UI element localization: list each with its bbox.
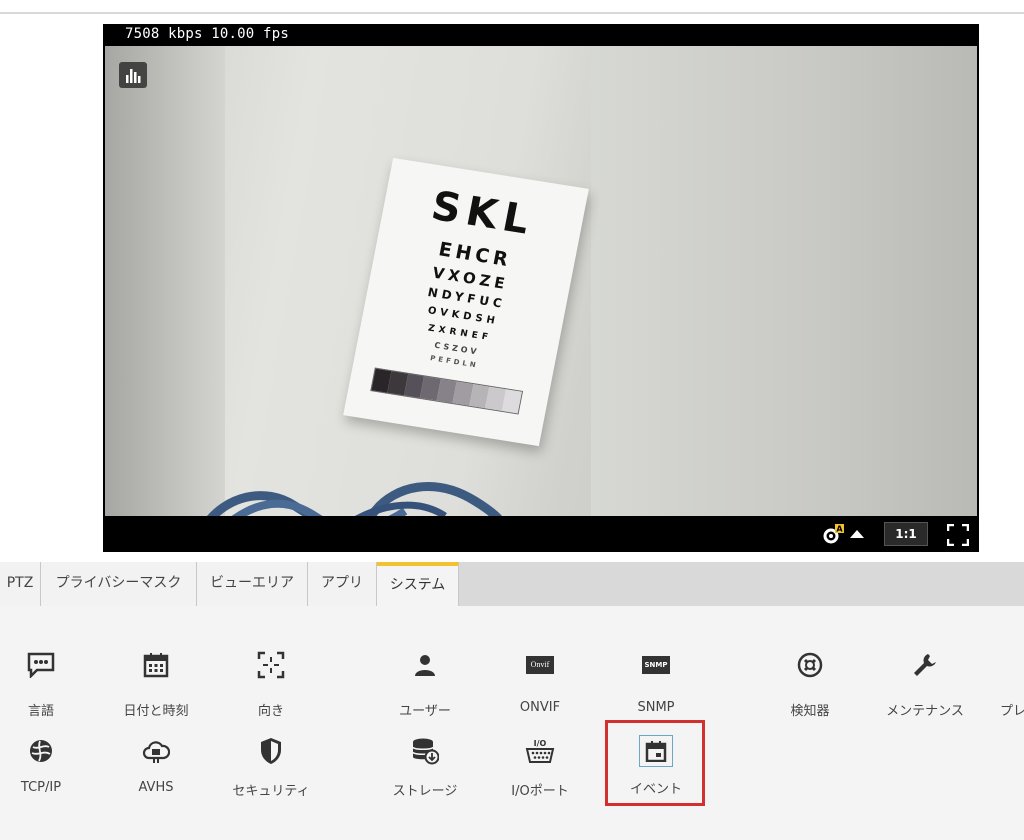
shield-icon [261, 738, 281, 764]
system-item-orientation[interactable]: 向き [216, 650, 326, 720]
stats-toggle-button[interactable] [119, 62, 147, 88]
top-divider [0, 12, 1024, 14]
system-item-label: 検知器 [790, 704, 830, 719]
eye-chart: SKL EHCR VXOZE NDYFUC OVKDSH ZXRNEF CSZO… [343, 157, 589, 447]
live-video-viewer[interactable]: 7508 kbps 10.00 fps SKL EHCR VXOZE NDYFU… [103, 24, 979, 552]
tab-apps[interactable]: アプリ [308, 562, 377, 606]
cloud-icon [142, 741, 170, 763]
chat-icon [27, 652, 55, 678]
system-item-maintenance[interactable]: メンテナンス [870, 650, 980, 720]
aspect-ratio-button[interactable]: 1:1 [884, 522, 928, 546]
system-item-label: ユーザー [399, 704, 451, 719]
wrench-icon [914, 654, 936, 676]
wall-shadow [105, 46, 225, 516]
auto-settings-icon[interactable]: A [822, 524, 844, 544]
system-item-label: 向き [257, 704, 284, 719]
system-item-label: プレ [1000, 704, 1024, 719]
system-item-label: メンテナンス [886, 704, 964, 719]
video-toolbar: A 1:1 [103, 518, 979, 552]
system-item-tcpip[interactable]: TCP/IP [0, 736, 96, 806]
wall-right [591, 46, 977, 516]
onvif-icon: Onvif [526, 656, 554, 674]
tab-bar: PTZ プライバシーマスク ビューエリア アプリ システム [0, 562, 1024, 606]
detector-icon [797, 652, 823, 678]
storage-icon [412, 738, 439, 765]
cable-image [207, 482, 503, 516]
system-item-storage[interactable]: ストレージ [370, 736, 480, 806]
system-item-label: 言語 [27, 704, 54, 719]
system-item-snmp[interactable]: SNMP SNMP [601, 650, 711, 720]
caret-up-icon[interactable] [850, 530, 864, 538]
tab-system[interactable]: システム [377, 562, 459, 606]
system-item-detectors[interactable]: 検知器 [755, 650, 865, 720]
system-item-security[interactable]: セキュリティ [216, 736, 326, 806]
user-icon [415, 655, 435, 676]
system-item-label: AVHS [138, 780, 174, 795]
system-item-onvif[interactable]: Onvif ONVIF [485, 650, 595, 720]
system-item-users[interactable]: ユーザー [370, 650, 480, 720]
events-highlight-box [605, 720, 705, 806]
system-item-label: セキュリティ [232, 784, 310, 799]
system-item-io-ports[interactable]: I/O I/Oポート [485, 736, 595, 806]
io-port-icon: I/O [525, 739, 555, 763]
system-item-label: SNMP [637, 700, 675, 715]
system-item-label: TCP/IP [20, 780, 62, 795]
stream-stats: 7508 kbps 10.00 fps [125, 26, 289, 42]
io-port-badge: I/O [534, 739, 547, 748]
system-item-label: 日付と時刻 [123, 704, 189, 719]
tab-privacy-mask[interactable]: プライバシーマスク [41, 562, 197, 606]
system-item-avhs[interactable]: AVHS [101, 736, 211, 806]
bar-chart-icon [126, 69, 141, 83]
fullscreen-icon[interactable] [947, 524, 969, 546]
tab-ptz[interactable]: PTZ [0, 562, 41, 606]
system-item-language[interactable]: 言語 [0, 650, 96, 720]
system-item-label: I/Oポート [511, 784, 569, 799]
orientation-icon [257, 651, 285, 679]
network-icon [30, 740, 52, 762]
calendar-icon [143, 653, 169, 678]
system-item-date-time[interactable]: 日付と時刻 [101, 650, 211, 720]
system-item-plain-config[interactable]: プレ [985, 650, 1024, 720]
system-item-label: ONVIF [519, 700, 561, 715]
video-frame[interactable]: SKL EHCR VXOZE NDYFUC OVKDSH ZXRNEF CSZO… [105, 46, 977, 516]
snmp-icon: SNMP [642, 656, 670, 674]
grayscale-strip [370, 367, 524, 415]
tab-view-area[interactable]: ビューエリア [197, 562, 308, 606]
svg-text:A: A [836, 525, 843, 534]
system-item-label: ストレージ [392, 784, 458, 799]
